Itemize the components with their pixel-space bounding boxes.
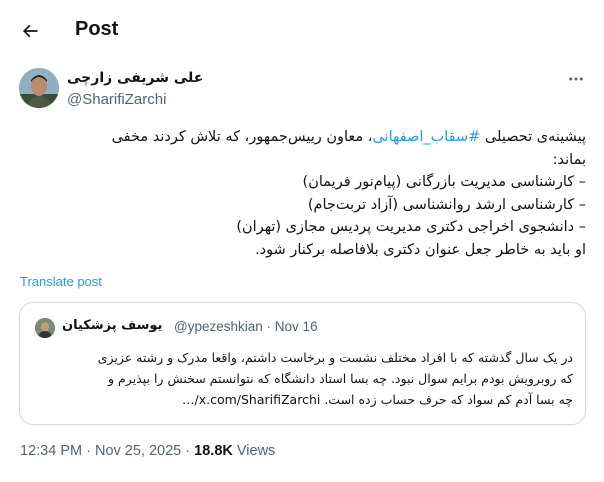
- quoted-line-2: که روبرویش بودم برایم سوال نبود. چه بسا …: [108, 371, 573, 386]
- post-time[interactable]: 12:34 PM: [20, 443, 82, 459]
- quoted-post[interactable]: یوسف پزشکیان @ypezeshkian · Nov 16 در یک…: [19, 302, 586, 425]
- hashtag-link[interactable]: #سقاب_اصفهانی: [372, 129, 480, 145]
- author-name[interactable]: علی شریفی زارچی: [67, 70, 203, 86]
- meta-separator: ·: [86, 443, 91, 459]
- quoted-text: در یک سال گذشته که با افراد مختلف نشست و…: [34, 347, 573, 410]
- post-meta: 12:34 PM · Nov 25, 2025 · 18.8K Views: [20, 443, 275, 459]
- views-label: Views: [236, 443, 276, 459]
- author-handle[interactable]: @SharifiZarchi: [67, 91, 166, 108]
- tweet-line-5: – دانشجوی اخراجی دکتری مدیریت پردیس مجاز…: [236, 219, 586, 235]
- quoted-author-avatar: [35, 318, 55, 338]
- quoted-meta: @ypezeshkian · Nov 16: [174, 319, 318, 334]
- tweet-line-3: – کارشناسی مدیریت بازرگانی (پیام‌نور فری…: [302, 174, 586, 190]
- quoted-author-name: یوسف پزشکیان: [62, 318, 163, 333]
- quoted-line-1: در یک سال گذشته که با افراد مختلف نشست و…: [97, 350, 573, 365]
- arrow-left-icon: [22, 24, 38, 38]
- author-avatar[interactable]: [19, 68, 59, 108]
- more-horizontal-icon: [569, 77, 583, 81]
- quoted-author-handle: @ypezeshkian: [174, 319, 263, 334]
- translate-post-link[interactable]: Translate post: [20, 274, 102, 289]
- tweet-line-4: – کارشناسی ارشد روانشناسی (آزاد تربت‌جام…: [307, 196, 586, 213]
- views-count[interactable]: 18.8K: [194, 443, 233, 459]
- back-button[interactable]: [16, 17, 44, 45]
- tweet-line-2: بماند:: [552, 151, 586, 168]
- tweet-text: پیشینه‌ی تحصیلی #سقاب_اصفهانی، معاون ریی…: [20, 126, 586, 261]
- page-title: Post: [75, 18, 119, 40]
- post-header: Post: [0, 0, 604, 58]
- more-button[interactable]: [564, 70, 588, 88]
- tweet-line-6: او باید به خاطر جعل عنوان دکتری بلافاصله…: [255, 241, 586, 258]
- quoted-separator: ·: [266, 319, 272, 334]
- meta-separator-2: ·: [185, 443, 191, 459]
- quoted-line-3: چه بسا آدم کم سواد که حرف حساب زده است. …: [181, 392, 573, 407]
- quoted-date: Nov 16: [274, 319, 318, 334]
- tweet-line-1: پیشینه‌ی تحصیلی #سقاب_اصفهانی، معاون ریی…: [111, 129, 586, 145]
- post-date[interactable]: Nov 25, 2025: [95, 443, 181, 459]
